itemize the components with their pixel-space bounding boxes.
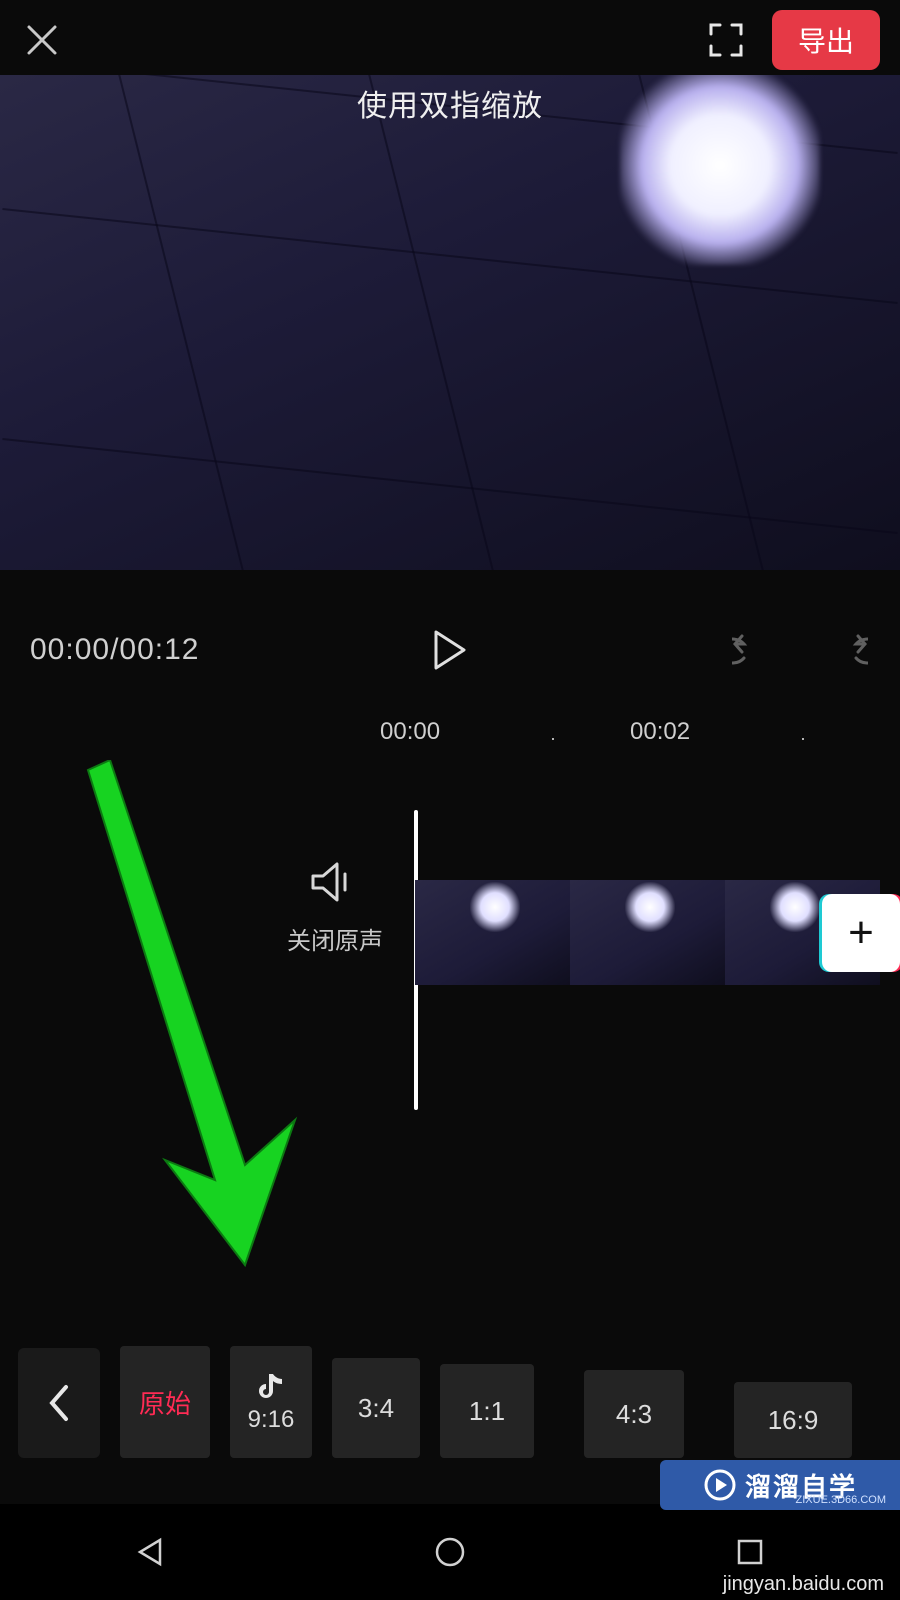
nav-home-button[interactable]	[410, 1522, 490, 1582]
redo-button[interactable]	[820, 625, 870, 675]
play-button[interactable]	[425, 625, 475, 675]
fullscreen-button[interactable]	[704, 18, 748, 62]
fullscreen-icon	[707, 21, 745, 59]
add-clip-button[interactable]: +	[822, 894, 900, 972]
ratio-3-4[interactable]: 3:4	[332, 1358, 420, 1458]
time-ruler[interactable]: 00:00 · 00:02 ·	[0, 718, 900, 758]
aspect-ratio-bar: 原始 9:16 3:4 1:1 4:3 16:9	[0, 1340, 900, 1470]
watermark-badge: 溜溜自学 ZIXUE.3D66.COM	[660, 1460, 900, 1510]
preview-light	[620, 75, 820, 265]
ratio-back-button[interactable]	[18, 1348, 100, 1458]
pinch-zoom-hint: 使用双指缩放	[357, 81, 543, 125]
watermark-sub: ZIXUE.3D66.COM	[796, 1494, 886, 1506]
ratio-9-16[interactable]: 9:16	[230, 1346, 312, 1458]
undo-button[interactable]	[730, 625, 780, 675]
export-button[interactable]: 导出	[772, 10, 880, 70]
mute-label: 关闭原声	[280, 921, 390, 956]
ratio-4-3[interactable]: 4:3	[584, 1370, 684, 1458]
douyin-icon	[257, 1370, 285, 1400]
video-preview[interactable]: 使用双指缩放	[0, 75, 900, 570]
ratio-original[interactable]: 原始	[120, 1346, 210, 1458]
nav-back-button[interactable]	[110, 1522, 190, 1582]
close-icon	[24, 22, 60, 58]
ruler-dot: ·	[550, 728, 556, 749]
play-icon	[430, 628, 470, 672]
time-display: 00:00/00:12	[30, 633, 199, 667]
play-circle-icon	[703, 1468, 737, 1502]
undo-icon	[732, 634, 778, 666]
ratio-1-1[interactable]: 1:1	[440, 1364, 534, 1458]
watermark-credit: jingyan.baidu.com	[723, 1573, 884, 1596]
circle-home-icon	[432, 1534, 468, 1570]
redo-icon	[822, 634, 868, 666]
ruler-tick: 00:02	[630, 718, 690, 746]
clip-thumbnail[interactable]	[570, 880, 725, 985]
triangle-back-icon	[132, 1534, 168, 1570]
timeline[interactable]: 关闭原声 +	[0, 780, 900, 1140]
clip-thumbnail[interactable]	[415, 880, 570, 985]
ruler-dot: ·	[800, 728, 806, 749]
ratio-label: 9:16	[248, 1406, 295, 1434]
close-button[interactable]	[20, 18, 64, 62]
ratio-16-9[interactable]: 16:9	[734, 1382, 852, 1458]
square-recent-icon	[733, 1535, 767, 1569]
ruler-tick: 00:00	[380, 718, 440, 746]
plus-icon: +	[848, 908, 874, 958]
speaker-icon	[309, 860, 361, 904]
mute-original-audio-button[interactable]: 关闭原声	[280, 860, 390, 956]
chevron-left-icon	[46, 1383, 72, 1423]
